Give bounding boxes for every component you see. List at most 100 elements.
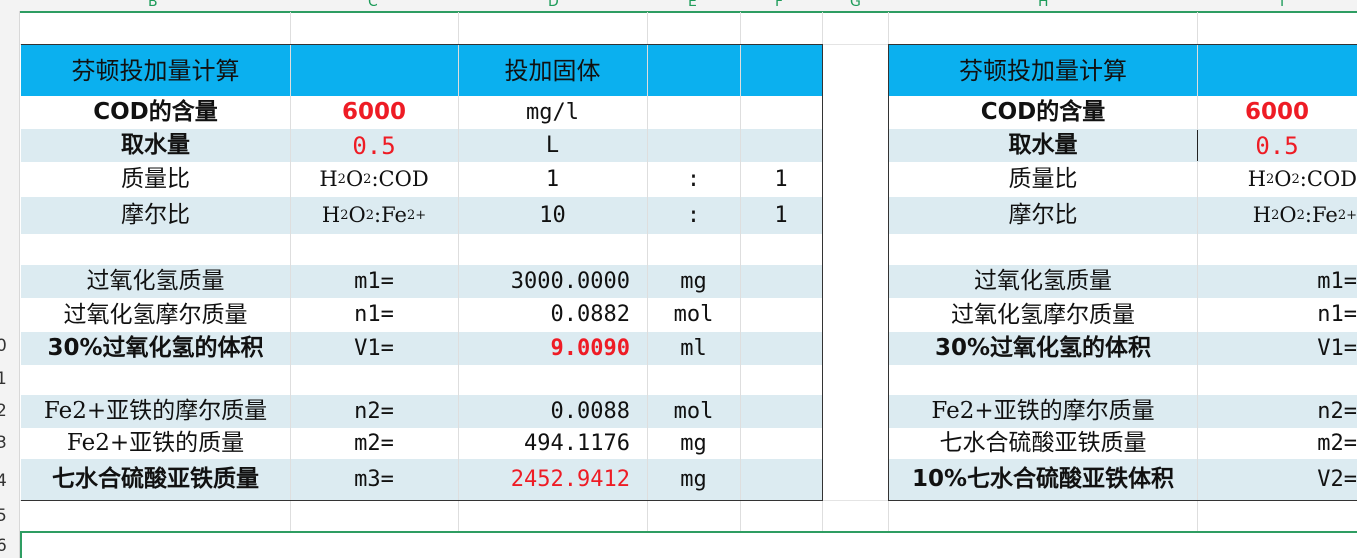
formula-sup: 2+ xyxy=(406,208,427,223)
value-h2o2-moles[interactable]: 0.0882 xyxy=(458,298,630,332)
row-header-bar: 0 1 2 3 4 5 6 xyxy=(0,11,20,558)
sym-v1[interactable]: V1= xyxy=(1197,332,1357,365)
label-mass-ratio[interactable]: 质量比 xyxy=(889,162,1197,197)
label-water-volume[interactable]: 取水量 xyxy=(21,129,290,162)
label-fe-mass[interactable]: Fe2+亚铁的质量 xyxy=(21,428,290,459)
value-ferrous-sulfate-mass[interactable]: 2452.9412 xyxy=(458,459,630,500)
value-h2o2-mass[interactable]: 3000.0000 xyxy=(458,265,630,298)
row-header-14[interactable]: 4 xyxy=(0,471,7,491)
value-water-volume[interactable]: 0.5 xyxy=(1197,129,1357,162)
label-molar-ratio[interactable]: 摩尔比 xyxy=(21,197,290,234)
selection-left-edge xyxy=(20,533,22,558)
formula-text: H xyxy=(1252,203,1272,227)
formula-text: :Fe xyxy=(374,203,407,227)
formula-sub: 2 xyxy=(1266,172,1275,187)
sym-m2[interactable]: m2= xyxy=(290,428,458,459)
unit-h2o2-volume[interactable]: ml xyxy=(647,332,740,365)
formula-sub: 2 xyxy=(1271,208,1280,223)
label-cod-content[interactable]: COD的含量 xyxy=(889,96,1197,129)
formula-sub: 2 xyxy=(365,208,374,223)
label-cod-content[interactable]: COD的含量 xyxy=(21,96,290,129)
sym-m1[interactable]: m1= xyxy=(290,265,458,298)
row-header-11[interactable]: 1 xyxy=(0,369,7,389)
formula-text: H xyxy=(321,203,341,227)
column-header-h[interactable]: H xyxy=(1038,0,1049,10)
formula-sub: 2 xyxy=(363,172,372,187)
row-header-13[interactable]: 3 xyxy=(0,433,7,453)
ratio-sep-mass[interactable]: : xyxy=(647,162,740,197)
label-fe-moles[interactable]: Fe2+亚铁的摩尔质量 xyxy=(21,395,290,428)
formula-text: H xyxy=(319,167,338,191)
left-subtitle[interactable]: 投加固体 xyxy=(458,45,647,96)
value-fe-mass[interactable]: 494.1176 xyxy=(458,428,630,459)
sym-v2[interactable]: V2= xyxy=(1197,459,1357,500)
sym-n2[interactable]: n2= xyxy=(290,395,458,428)
column-header-b[interactable]: B xyxy=(148,0,158,10)
unit-cod-content[interactable]: mg/l xyxy=(458,96,647,129)
ratio-a-molar[interactable]: 10 xyxy=(458,197,647,234)
unit-fe-moles[interactable]: mol xyxy=(647,395,740,428)
formula-text: O xyxy=(348,203,366,227)
label-mass-ratio[interactable]: 质量比 xyxy=(21,162,290,197)
row-header-15[interactable]: 5 xyxy=(0,506,7,526)
formula-text: O xyxy=(1279,203,1297,227)
formula-molar-ratio[interactable]: H 2 O 2:Fe 2+ xyxy=(290,197,458,234)
right-title[interactable]: 芬顿投加量计算 xyxy=(889,45,1197,96)
sym-m2[interactable]: m2= xyxy=(1197,428,1357,459)
sym-m1[interactable]: m1= xyxy=(1197,265,1357,298)
label-h2o2-volume[interactable]: 30%过氧化氢的体积 xyxy=(889,332,1197,365)
formula-mass-ratio[interactable]: H 2 O 2:COD xyxy=(1197,162,1357,197)
formula-sup: 2+ xyxy=(1337,208,1357,223)
value-water-volume[interactable]: 0.5 xyxy=(290,129,458,162)
row-header-10[interactable]: 0 xyxy=(0,336,7,356)
unit-h2o2-mass[interactable]: mg xyxy=(647,265,740,298)
value-h2o2-volume[interactable]: 9.0090 xyxy=(458,332,630,365)
value-cod-content[interactable]: 6000 xyxy=(1197,96,1357,129)
sym-m3[interactable]: m3= xyxy=(290,459,458,500)
unit-fe-mass[interactable]: mg xyxy=(647,428,740,459)
formula-sub: 2 xyxy=(1296,208,1305,223)
column-header-d[interactable]: D xyxy=(548,0,559,10)
ratio-a-mass[interactable]: 1 xyxy=(458,162,647,197)
value-fe-moles[interactable]: 0.0088 xyxy=(458,395,630,428)
selection-bottom-line xyxy=(20,531,1357,533)
unit-water-volume[interactable]: L xyxy=(458,129,647,162)
label-water-volume[interactable]: 取水量 xyxy=(889,129,1197,162)
unit-h2o2-moles[interactable]: mol xyxy=(647,298,740,332)
label-ferrous-sulfate-mass[interactable]: 七水合硫酸亚铁质量 xyxy=(21,459,290,500)
formula-text: H xyxy=(1247,167,1267,191)
formula-molar-ratio[interactable]: H 2 O 2:Fe 2+ xyxy=(1197,197,1357,234)
formula-text: :COD xyxy=(1299,167,1357,191)
unit-ferrous-sulfate-mass[interactable]: mg xyxy=(647,459,740,500)
sym-v1[interactable]: V1= xyxy=(290,332,458,365)
column-header-f[interactable]: F xyxy=(775,0,783,10)
formula-text: O xyxy=(1274,167,1292,191)
label-h2o2-moles[interactable]: 过氧化氢摩尔质量 xyxy=(21,298,290,332)
label-h2o2-volume[interactable]: 30%过氧化氢的体积 xyxy=(21,332,290,365)
ratio-sep-molar[interactable]: : xyxy=(647,197,740,234)
row-header-16[interactable]: 6 xyxy=(0,536,7,556)
formula-sub: 2 xyxy=(1291,172,1300,187)
column-header-g[interactable]: G xyxy=(850,0,861,10)
sym-n2[interactable]: n2= xyxy=(1197,395,1357,428)
sym-n1[interactable]: n1= xyxy=(290,298,458,332)
value-cod-content[interactable]: 6000 xyxy=(290,96,458,129)
column-header-e[interactable]: E xyxy=(688,0,697,10)
label-h2o2-mass[interactable]: 过氧化氢质量 xyxy=(889,265,1197,298)
label-h2o2-mass[interactable]: 过氧化氢质量 xyxy=(21,265,290,298)
selection-top-line xyxy=(20,11,1357,13)
ratio-b-mass[interactable]: 1 xyxy=(740,162,822,197)
formula-text: :COD xyxy=(371,167,429,191)
label-h2o2-moles[interactable]: 过氧化氢摩尔质量 xyxy=(889,298,1197,332)
label-ferrous-sulfate-volume[interactable]: 10%七水合硫酸亚铁体积 xyxy=(889,459,1197,500)
row-header-12[interactable]: 2 xyxy=(0,401,7,421)
label-ferrous-sulfate-mass[interactable]: 七水合硫酸亚铁质量 xyxy=(889,428,1197,459)
formula-mass-ratio[interactable]: H 2 O 2:COD xyxy=(290,162,458,197)
label-molar-ratio[interactable]: 摩尔比 xyxy=(889,197,1197,234)
column-header-c[interactable]: C xyxy=(368,0,378,10)
sym-n1[interactable]: n1= xyxy=(1197,298,1357,332)
column-header-i[interactable]: I xyxy=(1280,0,1284,10)
label-fe-moles[interactable]: Fe2+亚铁的摩尔质量 xyxy=(889,395,1197,428)
ratio-b-molar[interactable]: 1 xyxy=(740,197,822,234)
left-title[interactable]: 芬顿投加量计算 xyxy=(21,45,290,96)
